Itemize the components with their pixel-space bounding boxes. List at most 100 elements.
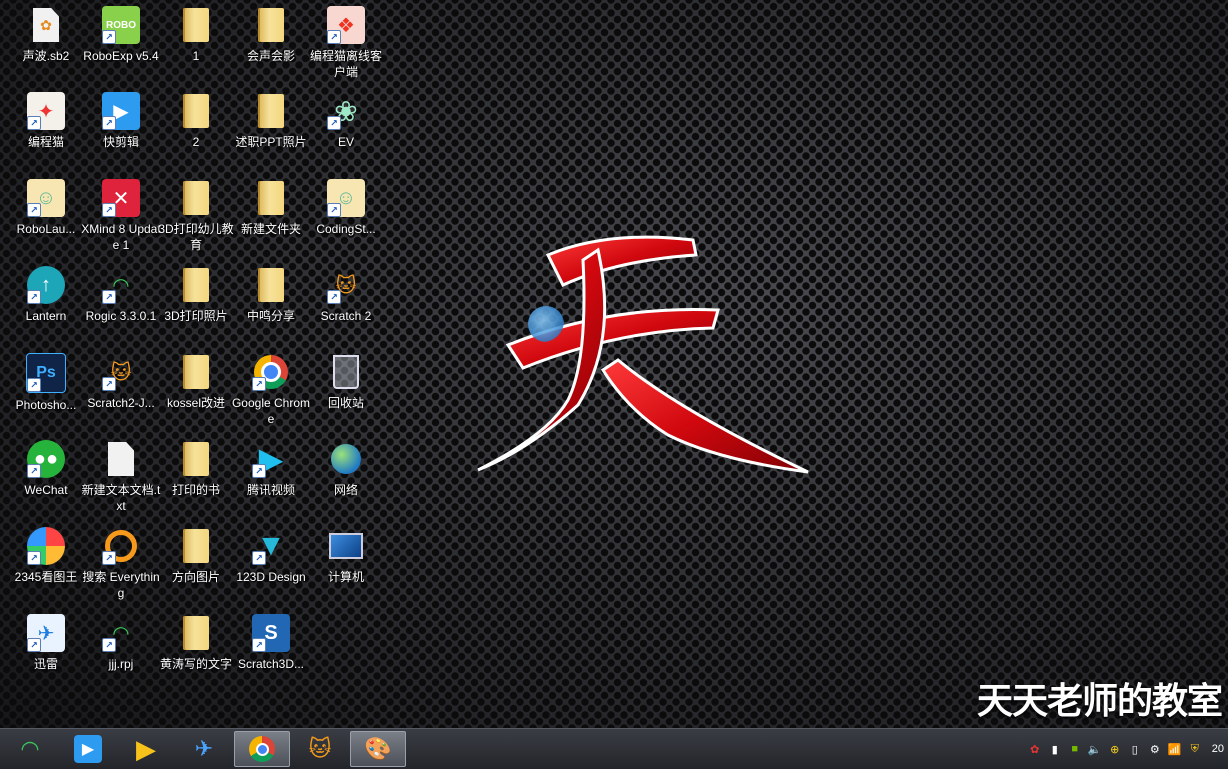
desktop-icon-computer[interactable]: 计算机 bbox=[306, 527, 386, 585]
123d-design-icon: ▼ ↗ bbox=[252, 527, 290, 565]
scratch-cat-icon: 🐱 bbox=[308, 736, 332, 761]
chrome-icon: ↗ bbox=[252, 353, 290, 391]
taskbar-chrome[interactable] bbox=[234, 731, 290, 767]
desktop-icon-biancheng-mao[interactable]: ✦ ↗ 编程猫 bbox=[6, 92, 86, 150]
desktop-icon-codingst[interactable]: ☺ ↗ CodingSt... bbox=[306, 179, 386, 237]
desktop[interactable]: 天天老师的教室 ✿ 声波.sb2 ✦ ↗ 编程猫 ☺ ↗ RoboLau... ↑ ↗… bbox=[0, 0, 1228, 728]
volume-icon[interactable]: 🔈 bbox=[1088, 742, 1102, 756]
taskbar-scratch[interactable]: 🐱 bbox=[292, 730, 348, 768]
codemao-gift-icon: ❖ ↗ bbox=[327, 6, 365, 44]
desktop-icon-roboexp[interactable]: ROBO ↗ RoboExp v5.4 bbox=[81, 6, 161, 64]
desktop-icon-robolau[interactable]: ☺ ↗ RoboLau... bbox=[6, 179, 86, 237]
taskbar-tencent-video[interactable]: ▶ bbox=[118, 730, 174, 768]
tencent-video-icon: ▶ ↗ bbox=[252, 440, 290, 478]
codemao-icon: ✦ ↗ bbox=[27, 92, 65, 130]
thunder-bird-icon: ✈ ↗ bbox=[27, 614, 65, 652]
desktop-icon-wechat[interactable]: ●● ↗ WeChat bbox=[6, 440, 86, 498]
folder-icon bbox=[252, 92, 290, 130]
scratch-cat-icon: 🐱 ↗ bbox=[327, 266, 365, 304]
security-flower-icon[interactable]: ✿ bbox=[1028, 742, 1042, 756]
network-globe-icon bbox=[327, 440, 365, 478]
taskbar-paint[interactable]: 🎨 bbox=[350, 731, 406, 767]
chrome-icon bbox=[249, 736, 275, 762]
desktop-folder-ppt-photos[interactable]: 述职PPT照片 bbox=[231, 92, 311, 150]
desktop-icon-network[interactable]: 网络 bbox=[306, 440, 386, 498]
folder-icon bbox=[177, 92, 215, 130]
add-icon[interactable]: ⊕ bbox=[1108, 742, 1122, 756]
desktop-folder-2[interactable]: 2 bbox=[156, 92, 236, 150]
desktop-folder-3d-print-kids[interactable]: 3D打印幼儿教育 bbox=[156, 179, 236, 253]
desktop-folder-printed-book[interactable]: 打印的书 bbox=[156, 440, 236, 498]
desktop-icon-everything[interactable]: ↗ 搜索 Everything bbox=[81, 527, 161, 601]
robot-cat-icon: ☺ ↗ bbox=[27, 179, 65, 217]
desktop-icon-rogic[interactable]: ◠ ↗ Rogic 3.3.0.1 bbox=[81, 266, 161, 324]
desktop-icon-123d-design[interactable]: ▼ ↗ 123D Design bbox=[231, 527, 311, 585]
android-robot-icon: ◠ ↗ bbox=[102, 266, 140, 304]
battery-icon[interactable]: ▮ bbox=[1048, 742, 1062, 756]
wechat-icon: ●● ↗ bbox=[27, 440, 65, 478]
play-icon: ▶ bbox=[74, 735, 102, 763]
play-icon: ▶ ↗ bbox=[102, 92, 140, 130]
folder-icon bbox=[177, 179, 215, 217]
desktop-icon-photoshop[interactable]: Ps ↗ Photosho... bbox=[6, 353, 86, 413]
folder-icon bbox=[252, 6, 290, 44]
taskbar-xunlei[interactable]: ✈ bbox=[176, 730, 232, 768]
desktop-folder-huishenghuiying[interactable]: 会声会影 bbox=[231, 6, 311, 64]
mouse-cursor bbox=[528, 306, 564, 342]
desktop-icon-ev[interactable]: ❀ ↗ EV bbox=[306, 92, 386, 150]
desktop-icon-lantern[interactable]: ↑ ↗ Lantern bbox=[6, 266, 86, 324]
desktop-folder-kossel[interactable]: kossel改进 bbox=[156, 353, 236, 411]
desktop-icon-tencent-video[interactable]: ▶ ↗ 腾讯视频 bbox=[231, 440, 311, 498]
desktop-icon-kuaijianji[interactable]: ▶ ↗ 快剪辑 bbox=[81, 92, 161, 150]
folder-icon bbox=[177, 353, 215, 391]
desktop-folder-zhongming-share[interactable]: 中鸣分享 bbox=[231, 266, 311, 324]
scratch3d-icon: S ↗ bbox=[252, 614, 290, 652]
desktop-icon-shengbo-sb2[interactable]: ✿ 声波.sb2 bbox=[6, 6, 86, 64]
desktop-folder-huangtao-text[interactable]: 黄涛写的文字 bbox=[156, 614, 236, 672]
watermark: 天天老师的教室 bbox=[976, 681, 1223, 722]
xmind-icon: ✕ ↗ bbox=[102, 179, 140, 217]
text-file-icon bbox=[102, 440, 140, 478]
lantern-icon: ↑ ↗ bbox=[27, 266, 65, 304]
computer-monitor-icon bbox=[327, 527, 365, 565]
desktop-folder-direction-images[interactable]: 方向图片 bbox=[156, 527, 236, 585]
android-robot-icon: ◠ bbox=[20, 736, 40, 761]
desktop-icon-xunlei[interactable]: ✈ ↗ 迅雷 bbox=[6, 614, 86, 672]
desktop-icon-new-text-file[interactable]: 新建文本文档.txt bbox=[81, 440, 161, 514]
wallpaper-emblem bbox=[468, 210, 818, 490]
tian-character-graphic bbox=[477, 235, 809, 474]
thunder-bird-icon: ✈ bbox=[194, 736, 214, 761]
gpu-icon[interactable]: ■ bbox=[1068, 742, 1082, 756]
desktop-folder-3d-print-photos[interactable]: 3D打印照片 bbox=[156, 266, 236, 324]
settings-icon[interactable]: ⚙ bbox=[1148, 742, 1162, 756]
shield-icon[interactable]: ⛨ bbox=[1188, 742, 1202, 756]
desktop-icon-scratch2[interactable]: 🐱 ↗ Scratch 2 bbox=[306, 266, 386, 324]
search-everything-icon: ↗ bbox=[102, 527, 140, 565]
desktop-icon-xmind[interactable]: ✕ ↗ XMind 8 Update 1 bbox=[81, 179, 161, 253]
paint-palette-icon: 🎨 bbox=[364, 736, 392, 761]
desktop-icon-scratch3d[interactable]: S ↗ Scratch3D... bbox=[231, 614, 311, 672]
system-tray: ✿ ▮ ■ 🔈 ⊕ ▯ ⚙ 📶 ⛨ 20 bbox=[1028, 729, 1228, 769]
desktop-folder-new[interactable]: 新建文件夹 bbox=[231, 179, 311, 237]
desktop-icon-codemao-offline[interactable]: ❖ ↗ 编程猫离线客户端 bbox=[306, 6, 386, 80]
sb2-file-icon: ✿ bbox=[27, 6, 65, 44]
usb-device-icon[interactable]: ▯ bbox=[1128, 742, 1142, 756]
folder-icon bbox=[177, 527, 215, 565]
recycle-bin-icon bbox=[327, 353, 365, 391]
desktop-icon-jjj-rpj[interactable]: ◠ ↗ jjj.rpj bbox=[81, 614, 161, 672]
desktop-icon-scratch2-j[interactable]: 🐱 ↗ Scratch2-J... bbox=[81, 353, 161, 411]
taskbar-rogic[interactable]: ◠ bbox=[2, 730, 58, 768]
signal-icon[interactable]: 📶 bbox=[1168, 742, 1182, 756]
folder-icon bbox=[177, 440, 215, 478]
taskbar-kuaijianji[interactable]: ▶ bbox=[60, 730, 116, 768]
desktop-icon-google-chrome[interactable]: ↗ Google Chrome bbox=[231, 353, 311, 427]
desktop-icon-recycle-bin[interactable]: 回收站 bbox=[306, 353, 386, 411]
folder-icon bbox=[252, 179, 290, 217]
desktop-icon-2345-viewer[interactable]: ↗ 2345看图王 bbox=[6, 527, 86, 585]
android-robot-icon: ◠ ↗ bbox=[102, 614, 140, 652]
clock[interactable]: 20 bbox=[1212, 743, 1224, 755]
folder-icon bbox=[177, 614, 215, 652]
desktop-folder-1[interactable]: 1 bbox=[156, 6, 236, 64]
folder-icon bbox=[177, 266, 215, 304]
roboexp-icon: ROBO ↗ bbox=[102, 6, 140, 44]
